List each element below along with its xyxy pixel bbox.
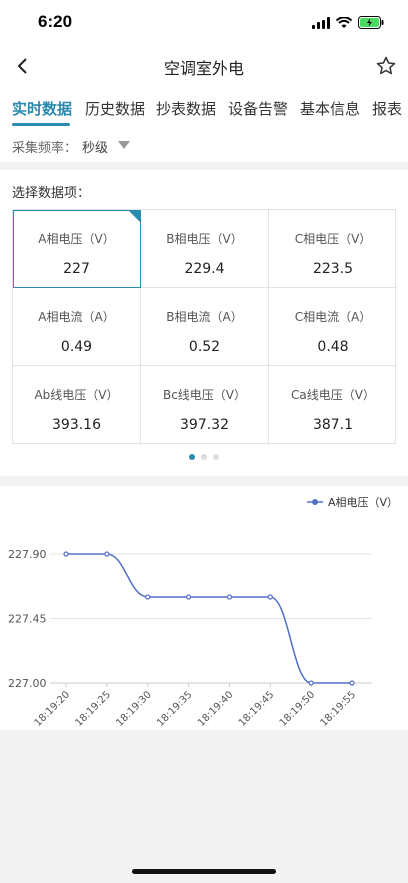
data-item-bc-line-voltage[interactable]: Bc线电压（V） 397.32 [141, 366, 269, 445]
data-point [349, 680, 355, 686]
data-item-label: A相电压（V） [38, 232, 115, 246]
y-tick-label: 227.90 [8, 548, 47, 561]
data-item-c-current[interactable]: C相电流（A） 0.48 [269, 288, 397, 366]
data-item-value: 227 [63, 261, 90, 277]
x-tick-label: 18:19:25 [73, 689, 113, 729]
x-tick-label: 18:19:45 [237, 689, 277, 729]
favorite-button[interactable] [372, 52, 400, 80]
data-item-label: A相电流（A） [38, 310, 115, 324]
data-point [63, 551, 69, 557]
data-item-b-current[interactable]: B相电流（A） 0.52 [141, 288, 269, 366]
y-tick-label: 227.00 [8, 677, 47, 690]
tab-report[interactable]: 报表 [372, 98, 402, 119]
page-indicator [0, 454, 408, 460]
data-item-a-voltage[interactable]: A相电压（V） 227 [13, 210, 141, 288]
data-item-label: B相电流（A） [166, 310, 243, 324]
active-tab-indicator [12, 123, 70, 126]
data-item-value: 397.32 [180, 417, 229, 433]
x-tick-label: 18:19:35 [155, 689, 195, 729]
tab-basic-info[interactable]: 基本信息 [300, 98, 360, 119]
caret-down-icon[interactable] [118, 141, 130, 149]
data-item-value: 387.1 [312, 417, 354, 433]
data-item-value: 0.48 [317, 339, 349, 355]
data-item-label: B相电压（V） [166, 232, 243, 246]
status-time: 6:20 [38, 12, 73, 31]
page-title: 空调室外电 [163, 59, 244, 78]
x-tick-label: 18:19:40 [196, 689, 236, 729]
data-item-label: C相电流（A） [294, 310, 372, 324]
frequency-select[interactable]: 秒级 [82, 137, 108, 156]
legend-marker [312, 499, 318, 505]
x-tick-label: 18:19:30 [114, 689, 154, 729]
data-item-ab-line-voltage[interactable]: Ab线电压（V） 393.16 [13, 366, 141, 445]
x-tick-label: 18:19:50 [278, 689, 318, 729]
data-item-b-voltage[interactable]: B相电压（V） 229.4 [141, 210, 269, 288]
y-tick-label: 227.45 [8, 613, 47, 626]
frequency-row: 采集频率： 秒级 [0, 128, 408, 162]
data-item-value: 229.4 [184, 261, 225, 277]
tab-bar: 实时数据 历史数据 抄表数据 设备告警 基本信息 报表 [0, 88, 408, 128]
legend-label: A相电压（V） [328, 496, 398, 509]
data-point [185, 594, 192, 600]
data-item-label: Ca线电压（V） [291, 388, 375, 402]
home-indicator[interactable] [132, 869, 276, 874]
star-icon [376, 56, 396, 75]
data-item-value: 0.49 [60, 339, 93, 355]
nav-bar: 空调室外电 [0, 44, 408, 88]
data-item-value: 0.52 [188, 339, 221, 355]
data-item-value: 223.5 [312, 261, 354, 277]
tab-realtime[interactable]: 实时数据 [12, 98, 72, 119]
data-item-label: Bc线电压（V） [162, 388, 247, 402]
tab-history[interactable]: 历史数据 [85, 98, 145, 119]
tab-meter-reading[interactable]: 抄表数据 [156, 98, 216, 119]
x-tick-label: 18:19:55 [319, 689, 359, 729]
page-dot[interactable] [201, 454, 207, 460]
battery-icon [358, 14, 384, 33]
data-item-label: C相电压（V） [294, 232, 372, 246]
selected-corner-icon [128, 210, 140, 222]
data-item-a-current[interactable]: A相电流（A） 0.49 [13, 288, 141, 366]
signal-icon [312, 14, 330, 33]
chart-card: 227.90 227.45 227.00 18:19:20 18:19:25 18:19:… [0, 486, 408, 730]
frequency-label: 采集频率： [12, 141, 78, 156]
status-icons [312, 14, 384, 33]
data-item-grid: A相电压（V） 227 B相电压（V） 229.4 C相电压（V） 223.5 … [12, 209, 397, 445]
data-point [308, 680, 314, 686]
data-item-heading: 选择数据项： [12, 186, 91, 201]
wifi-icon [335, 14, 353, 33]
data-point [104, 551, 110, 557]
data-point [267, 594, 273, 600]
data-item-card: 选择数据项： A相电压（V） 227 B相电压（V） 229.4 C相电压（V）… [0, 170, 408, 476]
data-item-value: 393.16 [52, 417, 101, 433]
status-bar: 6:20 [0, 0, 408, 44]
x-tick-label: 18:19:20 [33, 689, 73, 729]
page-dot[interactable] [213, 454, 219, 460]
data-point [145, 594, 151, 600]
tab-device-alarm[interactable]: 设备告警 [228, 98, 288, 119]
line-chart: 227.90227.45227.0018:19:20 18:19:25 18:19:… [8, 496, 398, 729]
data-item-label: Ab线电压（V） [34, 388, 119, 402]
data-item-c-voltage[interactable]: C相电压（V） 223.5 [269, 210, 397, 288]
page-dot[interactable] [189, 454, 195, 460]
data-point [226, 594, 233, 600]
data-item-ca-line-voltage[interactable]: Ca线电压（V） 387.1 [269, 366, 397, 445]
